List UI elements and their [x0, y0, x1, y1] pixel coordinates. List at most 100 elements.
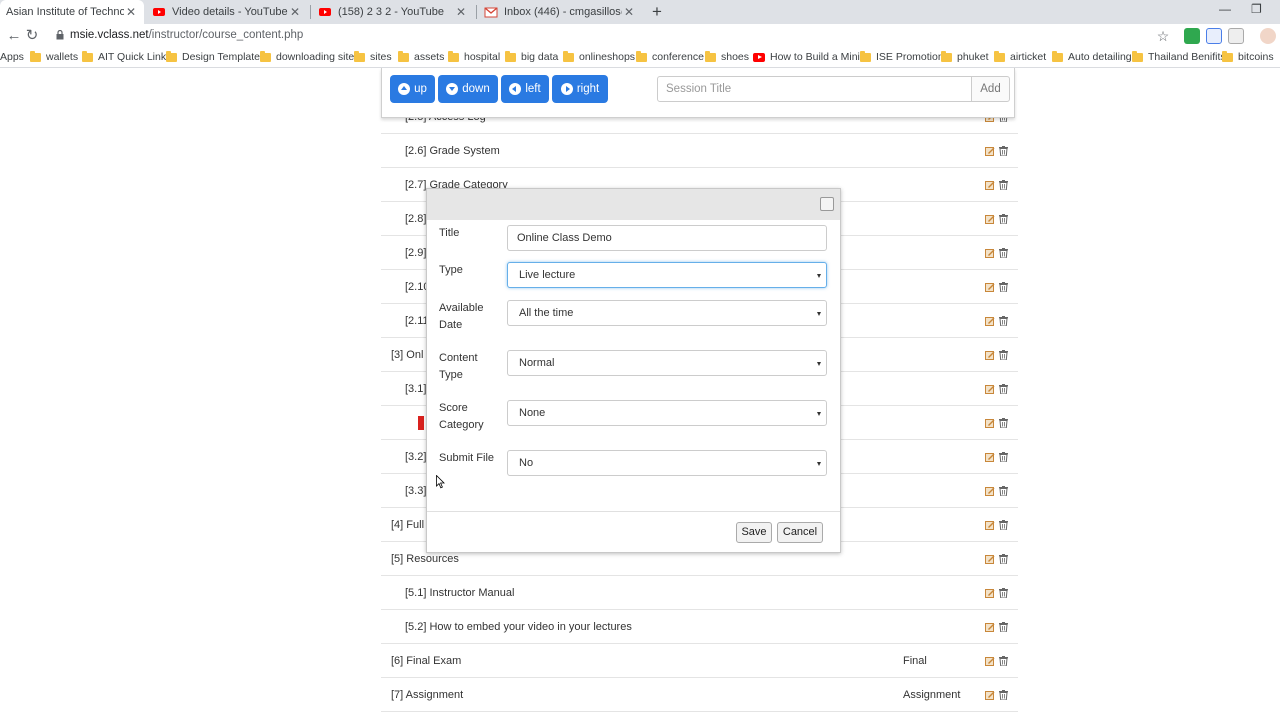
session-title-input[interactable]: Session Title: [657, 76, 973, 102]
trash-icon[interactable]: [999, 554, 1008, 564]
edit-icon[interactable]: [985, 656, 995, 666]
bookmark-folder[interactable]: assets: [398, 50, 444, 63]
tab-youtube[interactable]: (158) 2 3 2 - YouTube ✕: [312, 0, 474, 24]
close-icon[interactable]: [820, 197, 834, 211]
tab-ait[interactable]: Asian Institute of Technology / IS ✕: [0, 0, 144, 24]
edit-icon[interactable]: [985, 214, 995, 224]
edit-icon[interactable]: [985, 690, 995, 700]
move-right-button[interactable]: right: [552, 75, 608, 103]
bookmark-folder[interactable]: hospital: [448, 50, 500, 63]
new-tab-icon[interactable]: +: [648, 2, 666, 22]
bookmark-folder[interactable]: Design Templates: [166, 50, 265, 63]
bookmark-folder[interactable]: AIT Quick Links: [82, 50, 171, 63]
close-tab-icon[interactable]: ✕: [288, 5, 302, 19]
bookmark-folder[interactable]: bitcoins: [1222, 50, 1274, 63]
trash-icon[interactable]: [999, 146, 1008, 156]
edit-icon[interactable]: [985, 418, 995, 428]
tab-youtube-studio[interactable]: Video details - YouTube Studio ✕: [146, 0, 308, 24]
move-up-button[interactable]: up: [390, 75, 435, 103]
minimize-icon[interactable]: —: [1219, 2, 1231, 16]
close-tab-icon[interactable]: ✕: [124, 5, 138, 19]
save-button[interactable]: Save: [736, 522, 772, 543]
content-type-select[interactable]: Normal: [507, 350, 827, 376]
bookmark-folder[interactable]: airticket: [994, 50, 1046, 63]
reload-icon[interactable]: ↻: [22, 26, 42, 46]
trash-icon[interactable]: [999, 418, 1008, 428]
move-down-button[interactable]: down: [438, 75, 498, 103]
edit-icon[interactable]: [985, 316, 995, 326]
edit-icon[interactable]: [985, 146, 995, 156]
cancel-button[interactable]: Cancel: [777, 522, 823, 543]
edit-icon[interactable]: [985, 248, 995, 258]
edit-icon[interactable]: [985, 384, 995, 394]
add-session-button[interactable]: Add: [971, 76, 1010, 102]
move-left-button[interactable]: left: [501, 75, 549, 103]
extension-icon[interactable]: [1184, 28, 1200, 44]
available-date-select[interactable]: All the time: [507, 300, 827, 326]
back-icon[interactable]: ←: [4, 26, 24, 46]
bookmark-folder[interactable]: onlineshops: [563, 50, 635, 63]
edit-icon[interactable]: [985, 520, 995, 530]
bookmark-link[interactable]: How to Build a Mini...: [753, 51, 869, 63]
extension-icon[interactable]: [1228, 28, 1244, 44]
edit-icon[interactable]: [985, 622, 995, 632]
row-label[interactable]: [3.3]: [405, 485, 426, 497]
star-icon[interactable]: ☆: [1153, 26, 1173, 46]
trash-icon[interactable]: [999, 282, 1008, 292]
edit-icon[interactable]: [985, 180, 995, 190]
bookmark-folder[interactable]: ISE Promotion: [860, 50, 944, 63]
bookmark-folder[interactable]: shoes: [705, 50, 749, 63]
edit-icon[interactable]: [985, 588, 995, 598]
score-category-select[interactable]: None: [507, 400, 827, 426]
bookmark-folder[interactable]: Thailand Benifits: [1132, 50, 1226, 63]
trash-icon[interactable]: [999, 180, 1008, 190]
trash-icon[interactable]: [999, 690, 1008, 700]
trash-icon[interactable]: [999, 622, 1008, 632]
row-label[interactable]: [5] Resources: [391, 553, 459, 565]
row-label[interactable]: [3.1]: [405, 383, 426, 395]
bookmark-apps[interactable]: Apps: [0, 51, 24, 63]
close-tab-icon[interactable]: ✕: [454, 5, 468, 19]
type-select[interactable]: Live lecture: [507, 262, 827, 288]
close-tab-icon[interactable]: ✕: [622, 5, 636, 19]
url-field[interactable]: msie.vclass.net/instructor/course_conten…: [70, 29, 303, 41]
row-label[interactable]: [5.2] How to embed your video in your le…: [405, 621, 632, 633]
row-label[interactable]: [3.2]: [405, 451, 426, 463]
row-label[interactable]: [2.8]: [405, 213, 426, 225]
tab-gmail[interactable]: Inbox (446) - cmgasillos@ait.asia ✕: [478, 0, 642, 24]
row-label[interactable]: [5.1] Instructor Manual: [405, 587, 514, 599]
profile-avatar-icon[interactable]: [1260, 28, 1276, 44]
edit-icon[interactable]: [985, 452, 995, 462]
restore-icon[interactable]: ❐: [1251, 2, 1262, 16]
edit-icon[interactable]: [985, 282, 995, 292]
title-input[interactable]: Online Class Demo: [507, 225, 827, 251]
edit-icon[interactable]: [985, 554, 995, 564]
trash-icon[interactable]: [999, 656, 1008, 666]
submit-file-select[interactable]: No: [507, 450, 827, 476]
row-label[interactable]: [4] Full: [391, 519, 424, 531]
row-label[interactable]: [7] Assignment: [391, 689, 463, 701]
trash-icon[interactable]: [999, 486, 1008, 496]
trash-icon[interactable]: [999, 214, 1008, 224]
edit-icon[interactable]: [985, 486, 995, 496]
bookmark-folder[interactable]: phuket: [941, 50, 989, 63]
bookmark-folder[interactable]: big data: [505, 50, 558, 63]
trash-icon[interactable]: [999, 520, 1008, 530]
bookmark-folder[interactable]: downloading sites: [260, 50, 359, 63]
trash-icon[interactable]: [999, 452, 1008, 462]
row-label[interactable]: [3] Onl: [391, 349, 423, 361]
edit-icon[interactable]: [985, 350, 995, 360]
bookmark-folder[interactable]: Auto detailing: [1052, 50, 1132, 63]
trash-icon[interactable]: [999, 350, 1008, 360]
bookmark-folder[interactable]: sites: [354, 50, 392, 63]
row-label[interactable]: [6] Final Exam: [391, 655, 461, 667]
row-label[interactable]: [2.6] Grade System: [405, 145, 500, 157]
row-label[interactable]: [2.9]: [405, 247, 426, 259]
trash-icon[interactable]: [999, 588, 1008, 598]
trash-icon[interactable]: [999, 316, 1008, 326]
bookmark-folder[interactable]: wallets: [30, 50, 78, 63]
trash-icon[interactable]: [999, 384, 1008, 394]
trash-icon[interactable]: [999, 248, 1008, 258]
bookmark-folder[interactable]: conference: [636, 50, 704, 63]
translate-icon[interactable]: [1206, 28, 1222, 44]
